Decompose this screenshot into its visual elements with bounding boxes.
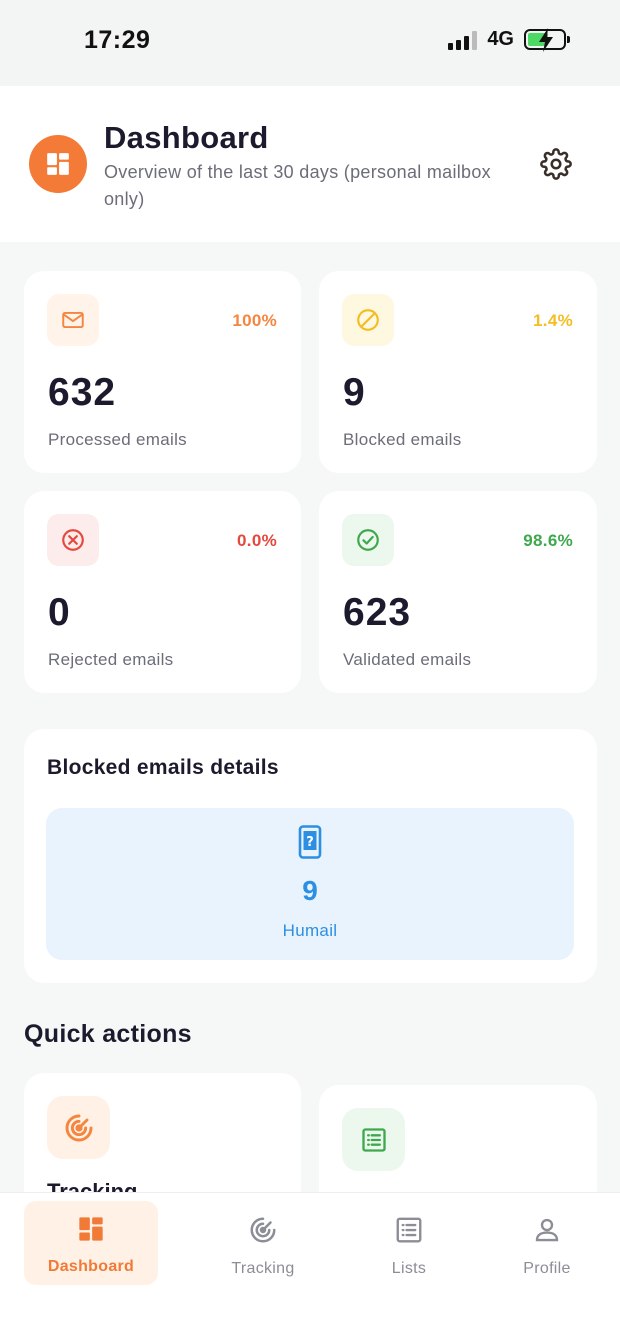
stat-label: Validated emails bbox=[343, 650, 472, 669]
status-bar: 17:29 4G bbox=[0, 0, 620, 86]
tab-lists[interactable]: Lists bbox=[359, 1201, 459, 1285]
stat-card-validated[interactable]: 98.6% 623 Validated emails bbox=[319, 491, 597, 693]
stat-card-processed[interactable]: 100% 632 Processed emails bbox=[24, 271, 301, 473]
phone-question-icon: ? bbox=[298, 825, 322, 864]
page-title: Dashboard bbox=[104, 120, 269, 155]
stat-card-blocked[interactable]: 1.4% 9 Blocked emails bbox=[319, 271, 597, 473]
tab-label: Lists bbox=[391, 1260, 427, 1277]
tab-label: Profile bbox=[523, 1260, 571, 1277]
list-icon bbox=[342, 1108, 405, 1171]
stat-value: 632 bbox=[48, 371, 117, 414]
stat-card-rejected[interactable]: 0.0% 0 Rejected emails bbox=[24, 491, 301, 693]
page-header: Dashboard Overview of the last 30 days (… bbox=[0, 86, 620, 242]
stat-percent: 100% bbox=[232, 311, 277, 330]
blocked-category-humail[interactable]: ? 9 Humail bbox=[46, 808, 574, 960]
x-circle-icon bbox=[47, 514, 99, 566]
tab-label: Tracking bbox=[231, 1260, 295, 1277]
battery-icon bbox=[524, 28, 570, 52]
tab-profile[interactable]: Profile bbox=[497, 1201, 597, 1285]
stat-percent: 98.6% bbox=[523, 531, 573, 550]
settings-gear-icon[interactable] bbox=[540, 148, 572, 180]
page-subtitle: Overview of the last 30 days (personal m… bbox=[104, 162, 491, 209]
bottom-tab-bar: Dashboard Tracking Lists Profile bbox=[0, 1192, 620, 1342]
blocked-count: 9 bbox=[302, 875, 318, 906]
blocked-details-card: Blocked emails details ? 9 Humail bbox=[24, 729, 597, 983]
stat-value: 623 bbox=[343, 591, 412, 634]
svg-text:?: ? bbox=[306, 835, 314, 850]
stat-percent: 1.4% bbox=[533, 311, 573, 330]
person-icon bbox=[532, 1215, 562, 1250]
stat-label: Processed emails bbox=[48, 430, 187, 449]
blocked-category-label: Humail bbox=[282, 921, 338, 940]
tab-label: Dashboard bbox=[47, 1258, 135, 1275]
dashboard-logo-icon bbox=[29, 135, 87, 193]
stat-percent: 0.0% bbox=[237, 531, 277, 550]
check-circle-icon bbox=[342, 514, 394, 566]
status-time: 17:29 bbox=[84, 26, 151, 54]
mail-icon bbox=[47, 294, 99, 346]
status-indicators: 4G bbox=[448, 28, 570, 52]
block-icon bbox=[342, 294, 394, 346]
tab-tracking[interactable]: Tracking bbox=[203, 1201, 323, 1285]
blocked-details-title: Blocked emails details bbox=[47, 756, 279, 779]
stat-label: Rejected emails bbox=[48, 650, 174, 669]
radar-icon bbox=[47, 1096, 110, 1159]
signal-icon bbox=[448, 30, 478, 50]
network-label: 4G bbox=[487, 28, 514, 50]
stat-label: Blocked emails bbox=[343, 430, 462, 449]
list-icon bbox=[394, 1215, 424, 1250]
quick-actions-title: Quick actions bbox=[24, 1020, 192, 1048]
dashboard-icon bbox=[77, 1215, 105, 1248]
stat-value: 0 bbox=[48, 591, 71, 634]
radar-icon bbox=[248, 1215, 278, 1250]
stat-value: 9 bbox=[343, 371, 366, 414]
tab-dashboard[interactable]: Dashboard bbox=[24, 1201, 158, 1285]
